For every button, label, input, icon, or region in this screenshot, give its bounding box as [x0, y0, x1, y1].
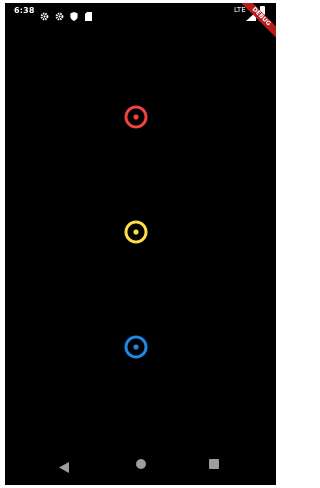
status-notification-icons: [40, 6, 95, 21]
yellow-ring-icon[interactable]: [124, 220, 148, 244]
network-type: LTE: [234, 6, 246, 14]
home-icon[interactable]: [136, 459, 146, 469]
sd-card-icon: [85, 6, 95, 21]
app-screen: 6:38 LTE DEBUG: [5, 3, 276, 485]
status-bar: 6:38 LTE: [5, 3, 276, 21]
red-ring-icon[interactable]: [124, 105, 148, 129]
recents-icon[interactable]: [209, 459, 219, 469]
status-time: 6:38: [14, 6, 35, 15]
shield-icon: [70, 6, 80, 21]
settings-icon: [55, 6, 65, 21]
navigation-bar: [5, 445, 276, 485]
settings-icon: [40, 6, 50, 21]
blue-ring-icon[interactable]: [124, 335, 148, 359]
back-icon[interactable]: [59, 458, 69, 477]
